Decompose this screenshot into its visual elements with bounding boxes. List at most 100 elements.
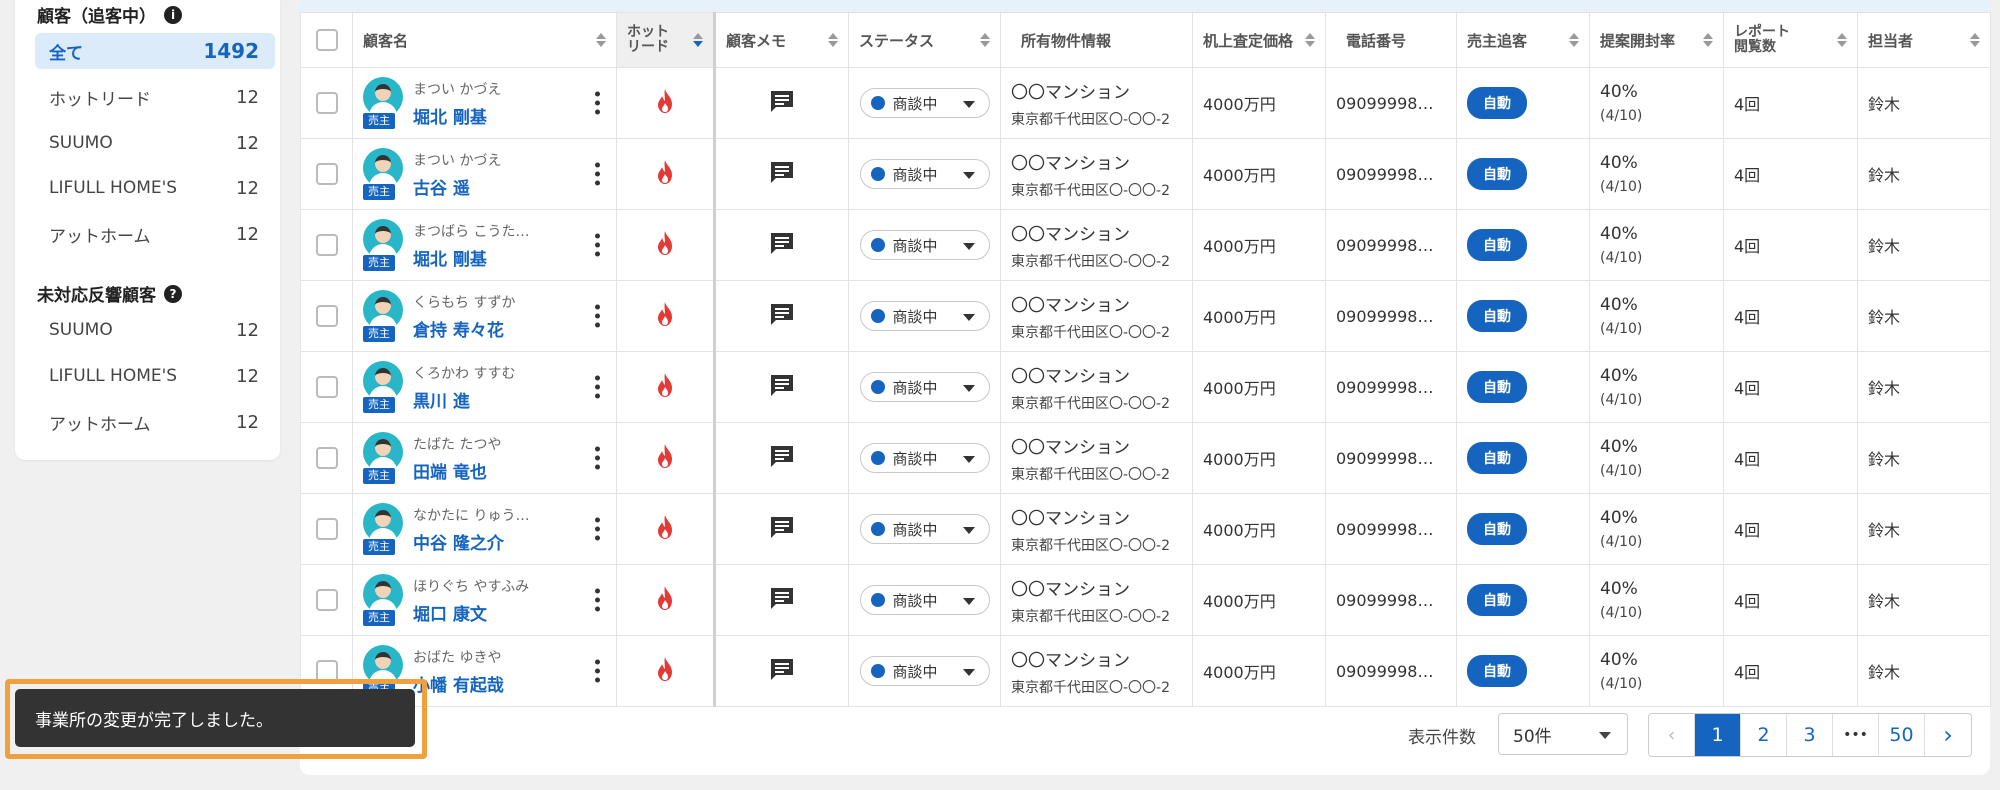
table-row[interactable]: 売主 おばた ゆきや 小幡 有起哉 商 xyxy=(300,635,1991,707)
sidebar-item-suumo[interactable]: SUUMO 12 xyxy=(35,125,275,161)
report-views-cell: 4回 xyxy=(1723,422,1858,494)
next-page-button[interactable]: › xyxy=(1925,714,1971,756)
sidebar: 顧客（追客中） i 全て 1492 ホットリード 12 SUUMO 12 LIF… xyxy=(15,0,280,460)
select-all-checkbox[interactable] xyxy=(315,29,338,51)
price-cell: 4000万円 xyxy=(1192,493,1326,565)
header-hotlead[interactable]: ホット リード xyxy=(616,12,716,68)
seller-badge: 売主 xyxy=(363,326,395,342)
status-dropdown[interactable]: 商談中 xyxy=(859,514,990,544)
header-price[interactable]: 机上査定価格 xyxy=(1192,12,1326,68)
customer-name-link[interactable]: 堀北 剛基 xyxy=(413,245,529,270)
status-dropdown[interactable]: 商談中 xyxy=(859,159,990,189)
status-dropdown[interactable]: 商談中 xyxy=(859,585,990,615)
table-row[interactable]: 売主 まつい かづえ 古谷 遥 商談中 〇〇マンション 東京都千代田区〇-〇〇-… xyxy=(300,138,1991,210)
page-50-button[interactable]: 50 xyxy=(1879,714,1925,756)
property-cell: 〇〇マンション 東京都千代田区〇-〇〇-2 xyxy=(1000,138,1193,210)
more-options-icon[interactable] xyxy=(595,304,600,328)
page-3-button[interactable]: 3 xyxy=(1787,714,1833,756)
more-options-icon[interactable] xyxy=(595,233,600,257)
sidebar-item-lifull[interactable]: LIFULL HOME'S 12 xyxy=(35,170,275,206)
more-options-icon[interactable] xyxy=(595,446,600,470)
sidebar-item-hotlead[interactable]: ホットリード 12 xyxy=(35,79,275,115)
status-dropdown[interactable]: 商談中 xyxy=(859,230,990,260)
row-checkbox[interactable] xyxy=(315,163,338,185)
customer-name-link[interactable]: 古谷 遥 xyxy=(413,174,501,199)
row-checkbox[interactable] xyxy=(315,305,338,327)
header-select-all[interactable] xyxy=(300,12,353,68)
row-checkbox[interactable] xyxy=(315,518,338,540)
report-views-cell: 4回 xyxy=(1723,209,1858,281)
more-options-icon[interactable] xyxy=(595,375,600,399)
customer-name-link[interactable]: 田端 竜也 xyxy=(413,458,501,483)
table-row[interactable]: 売主 まつばら こうた… 堀北 剛基 商談中 〇〇マンション 東京都千代田区〇-… xyxy=(300,209,1991,281)
sidebar-item-unhandled-athome[interactable]: アットホーム 12 xyxy=(35,404,275,440)
memo-cell xyxy=(714,564,849,636)
sort-icon[interactable] xyxy=(1703,33,1713,47)
memo-icon[interactable] xyxy=(769,444,795,468)
header-report[interactable]: レポート 閲覧数 xyxy=(1723,12,1858,68)
more-options-icon[interactable] xyxy=(595,588,600,612)
sort-icon[interactable] xyxy=(1305,33,1315,47)
help-icon[interactable]: ? xyxy=(164,284,182,303)
page-2-button[interactable]: 2 xyxy=(1741,714,1787,756)
row-checkbox[interactable] xyxy=(315,376,338,398)
row-checkbox[interactable] xyxy=(315,589,338,611)
table-row[interactable]: 売主 たばた たつや 田端 竜也 商談中 〇〇マンション 東京都千代田区〇-〇〇… xyxy=(300,422,1991,494)
sort-icon[interactable] xyxy=(828,33,838,47)
row-checkbox[interactable] xyxy=(315,447,338,469)
sidebar-item-unhandled-lifull[interactable]: LIFULL HOME'S 12 xyxy=(35,358,275,394)
header-status[interactable]: ステータス xyxy=(848,12,1001,68)
table-row[interactable]: 売主 くらもち すずか 倉持 寿々花 商談中 〇〇マンション 東京都千代田区〇-… xyxy=(300,280,1991,352)
header-staff[interactable]: 担当者 xyxy=(1857,12,1991,68)
sort-icon[interactable] xyxy=(1569,33,1579,47)
memo-icon[interactable] xyxy=(769,586,795,610)
table-row[interactable]: 売主 くろかわ すすむ 黒川 進 商談中 〇〇マンション 東京都千代田区〇-〇〇… xyxy=(300,351,1991,423)
more-options-icon[interactable] xyxy=(595,659,600,683)
customer-kana: たばた たつや xyxy=(413,436,502,453)
status-dropdown[interactable]: 商談中 xyxy=(859,443,990,473)
status-dropdown[interactable]: 商談中 xyxy=(859,88,990,118)
customer-name-link[interactable]: 倉持 寿々花 xyxy=(413,316,515,341)
status-dropdown[interactable]: 商談中 xyxy=(859,301,990,331)
more-options-icon[interactable] xyxy=(595,162,600,186)
table-row[interactable]: 売主 ほりぐち やすふみ 堀口 康文 商談中 〇〇マンション 東京都千代田区〇-… xyxy=(300,564,1991,636)
memo-icon[interactable] xyxy=(769,89,795,113)
header-open-rate[interactable]: 提案開封率 xyxy=(1589,12,1724,68)
prev-page-button[interactable]: ‹ xyxy=(1649,714,1695,756)
sidebar-item-athome[interactable]: アットホーム 12 xyxy=(35,216,275,252)
header-memo[interactable]: 顧客メモ xyxy=(714,12,849,68)
sort-icon[interactable] xyxy=(1837,33,1847,47)
info-icon[interactable]: i xyxy=(164,5,182,24)
table-row[interactable]: 売主 なかたに りゅう… 中谷 隆之介 商談中 〇〇マンション 東京都千代田区〇… xyxy=(300,493,1991,565)
status-dropdown[interactable]: 商談中 xyxy=(859,656,990,686)
sidebar-item-unhandled-suumo[interactable]: SUUMO 12 xyxy=(35,312,275,348)
sort-icon[interactable] xyxy=(596,33,606,47)
memo-icon[interactable] xyxy=(769,657,795,681)
memo-icon[interactable] xyxy=(769,160,795,184)
customer-name-link[interactable]: 黒川 進 xyxy=(413,387,515,412)
memo-icon[interactable] xyxy=(769,302,795,326)
sort-icon[interactable] xyxy=(980,33,990,47)
row-checkbox[interactable] xyxy=(315,92,338,114)
customer-name-link[interactable]: 堀北 剛基 xyxy=(413,103,501,128)
staff-cell: 鈴木 xyxy=(1857,635,1991,707)
staff-cell: 鈴木 xyxy=(1857,209,1991,281)
customer-name-link[interactable]: 中谷 隆之介 xyxy=(413,529,529,554)
more-options-icon[interactable] xyxy=(595,517,600,541)
more-options-icon[interactable] xyxy=(595,91,600,115)
per-page-select[interactable]: 50件 xyxy=(1498,713,1628,755)
header-name[interactable]: 顧客名 xyxy=(352,12,617,68)
page-1-button[interactable]: 1 xyxy=(1695,714,1741,756)
row-checkbox[interactable] xyxy=(315,234,338,256)
sidebar-item-all[interactable]: 全て 1492 xyxy=(35,33,275,69)
memo-icon[interactable] xyxy=(769,515,795,539)
header-seller[interactable]: 売主追客 xyxy=(1456,12,1590,68)
sort-desc-icon[interactable] xyxy=(693,33,703,47)
status-dropdown[interactable]: 商談中 xyxy=(859,372,990,402)
customer-name-link[interactable]: 堀口 康文 xyxy=(413,600,529,625)
memo-icon[interactable] xyxy=(769,373,795,397)
status-dot xyxy=(870,309,885,323)
sort-icon[interactable] xyxy=(1970,33,1980,47)
table-row[interactable]: 売主 まつい かづえ 堀北 剛基 商談中 〇〇マンション 東京都千代田区〇-〇〇… xyxy=(300,67,1991,139)
memo-icon[interactable] xyxy=(769,231,795,255)
